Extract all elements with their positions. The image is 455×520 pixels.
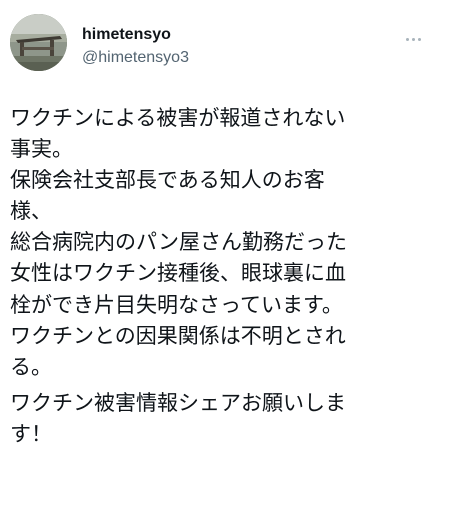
tweet-line: る。 bbox=[10, 354, 52, 379]
user-handle[interactable]: @himetensyo3 bbox=[82, 48, 189, 68]
user-display-name[interactable]: himetensyo bbox=[82, 25, 171, 45]
tweet-line: 保険会社支部長である知人のお客 bbox=[10, 168, 325, 193]
tweet-line: ワクチンによる被害が報道されない bbox=[10, 106, 346, 130]
tweet-line: す！ bbox=[10, 421, 52, 446]
tweet-paragraph: ワクチンによる被害が報道されない 事実。 保険会社支部長である知人のお客 様、 … bbox=[10, 103, 428, 383]
tweet-text: ワクチンによる被害が報道されない 事実。 保険会社支部長である知人のお客 様、 … bbox=[10, 103, 428, 450]
more-options-button[interactable] bbox=[396, 22, 430, 48]
avatar-image bbox=[10, 14, 67, 71]
tweet-line: 様、 bbox=[10, 199, 52, 224]
tweet-line: 事実。 bbox=[10, 137, 73, 162]
avatar[interactable] bbox=[10, 14, 67, 71]
more-horizontal-icon bbox=[404, 26, 422, 45]
tweet-line: 栓ができ片目失明なさっています。 bbox=[10, 292, 343, 317]
tweet-line: ワクチン被害情報シェアお願いしま bbox=[10, 390, 346, 415]
tweet-paragraph: ワクチン被害情報シェアお願いしま す！ bbox=[10, 388, 428, 450]
tweet-line: 総合病院内のパン屋さん勤務だった bbox=[10, 230, 348, 255]
tweet-card: himetensyo @himetensyo3 ワクチンによる被害が報道されない… bbox=[0, 0, 455, 520]
tweet-line: 女性はワクチン接種後、眼球裏に血 bbox=[10, 261, 346, 286]
tweet-line: ワクチンとの因果関係は不明とされ bbox=[10, 323, 346, 348]
